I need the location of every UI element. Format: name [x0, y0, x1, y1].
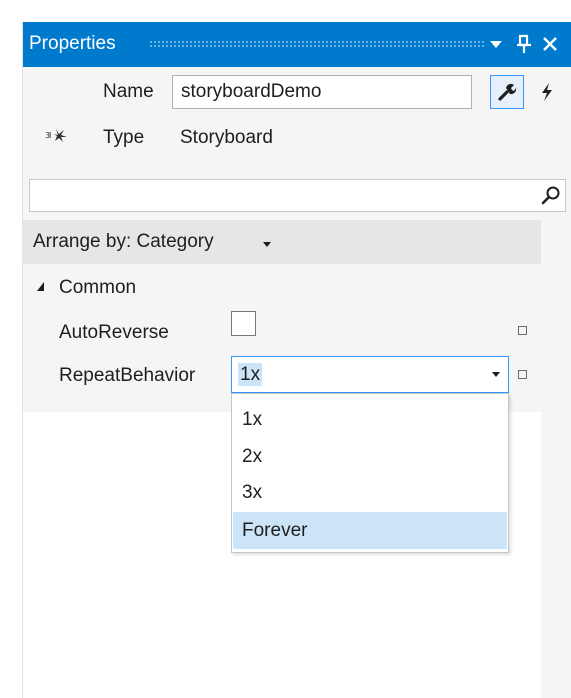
- panel-title: Properties: [29, 33, 116, 54]
- name-label: Name: [103, 81, 154, 102]
- window-position-button[interactable]: [483, 29, 509, 59]
- lightning-bolt-icon: [542, 83, 552, 101]
- dropdown-option-3x[interactable]: 3x: [233, 474, 507, 511]
- dropdown-option-1x[interactable]: 1x: [233, 401, 507, 438]
- type-value: Storyboard: [180, 127, 273, 148]
- dropdown-arrow-icon: [490, 41, 502, 48]
- dropdown-option-forever[interactable]: Forever: [233, 512, 507, 549]
- svg-text:I: I: [49, 131, 51, 140]
- dropdown-option-2x[interactable]: 2x: [233, 438, 507, 475]
- category-common-label: Common: [59, 277, 137, 298]
- properties-view-button[interactable]: [490, 75, 524, 109]
- properties-panel: Properties 3 I Name storyboardDemo Type …: [22, 22, 571, 698]
- repeatbehavior-combobox[interactable]: 1x: [231, 356, 509, 393]
- close-button[interactable]: [537, 29, 563, 59]
- wrench-icon: [498, 83, 517, 101]
- chevron-down-icon: [263, 242, 271, 247]
- collapse-triangle-icon[interactable]: [37, 282, 44, 291]
- chevron-down-icon: [492, 372, 500, 377]
- repeatbehavior-label: RepeatBehavior: [59, 365, 196, 386]
- title-bar-grip[interactable]: [149, 40, 485, 49]
- repeatbehavior-property-marker[interactable]: [518, 370, 527, 379]
- close-icon: [543, 37, 557, 51]
- autoreverse-label: AutoReverse: [59, 322, 169, 343]
- autoreverse-checkbox[interactable]: [231, 311, 256, 336]
- repeatbehavior-selected-value: 1x: [238, 363, 263, 386]
- property-search-input[interactable]: [29, 179, 566, 212]
- arrange-by-bar[interactable]: Arrange by: Category: [23, 220, 541, 264]
- storyboard-glyph-icon: 3 I: [45, 129, 67, 142]
- pin-icon: [517, 34, 531, 53]
- events-view-button[interactable]: [530, 75, 564, 109]
- name-input[interactable]: storyboardDemo: [172, 75, 472, 109]
- autoreverse-property-marker[interactable]: [518, 326, 527, 335]
- repeatbehavior-dropdown-list: 1x 2x 3x Forever: [231, 393, 509, 553]
- search-icon[interactable]: [541, 185, 561, 205]
- pin-button[interactable]: [511, 29, 537, 59]
- arrange-by-label: Arrange by: Category: [33, 231, 214, 252]
- title-bar[interactable]: Properties: [23, 22, 571, 67]
- type-label: Type: [103, 127, 145, 148]
